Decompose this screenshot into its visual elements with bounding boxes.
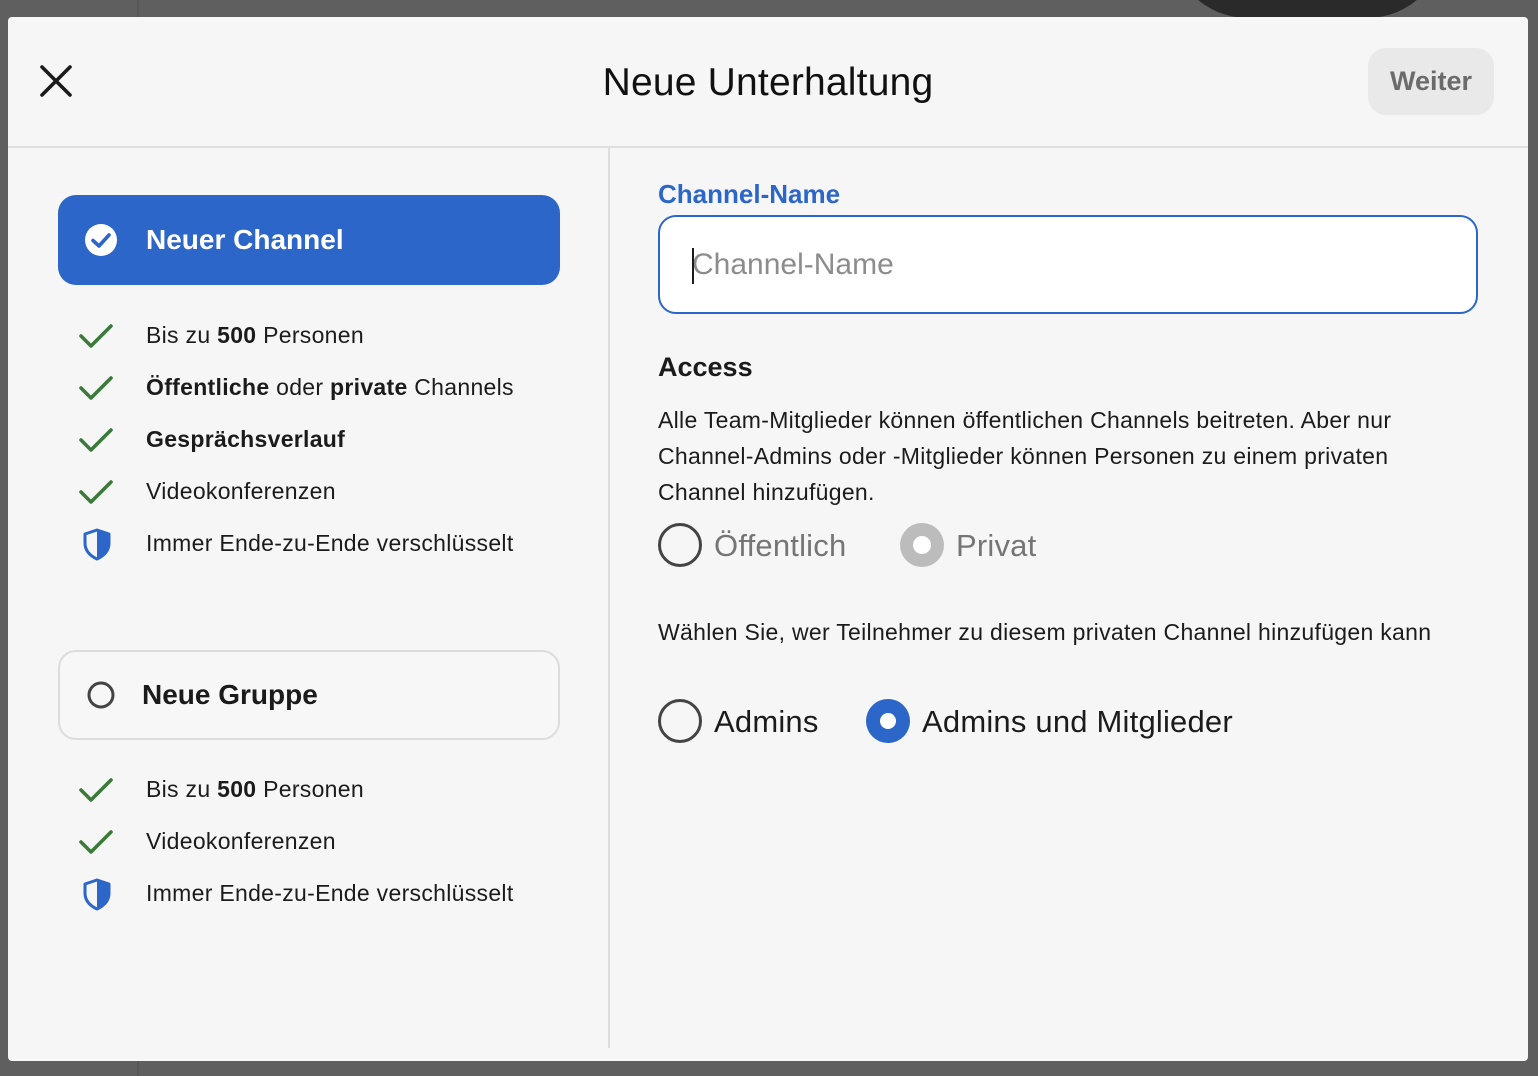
feature-item: Immer Ende-zu-Ende verschlüsselt — [78, 876, 598, 928]
permission-admins-label[interactable]: Admins — [714, 702, 819, 742]
check-icon — [79, 480, 113, 504]
check-icon — [79, 376, 113, 400]
permission-admins-members-label[interactable]: Admins und Mitglieder — [922, 702, 1233, 742]
feature-text: Immer Ende-zu-Ende verschlüsselt — [146, 530, 514, 557]
feature-text: Öffentliche oder private Channels — [146, 374, 514, 401]
feature-item: Bis zu 500 Personen — [78, 772, 598, 824]
feature-item: Videokonferenzen — [78, 474, 598, 526]
channel-name-label: Channel-Name — [658, 179, 841, 209]
shield-icon — [83, 878, 111, 911]
feature-text-part: Videokonferenzen — [146, 478, 336, 504]
access-description: Alle Team-Mitglieder können öffentlichen… — [658, 407, 1392, 505]
feature-text-part: Gesprächsverlauf — [146, 426, 346, 452]
feature-text: Videokonferenzen — [146, 828, 336, 855]
new-conversation-dialog: Neue Unterhaltung Weiter Neuer Channel B… — [8, 17, 1528, 1061]
feature-text-part: Immer Ende-zu-Ende verschlüsselt — [146, 880, 514, 906]
feature-item: Immer Ende-zu-Ende verschlüsselt — [78, 526, 598, 578]
feature-text-part: Personen — [256, 776, 364, 802]
check-icon — [79, 778, 113, 802]
feature-text: Videokonferenzen — [146, 478, 336, 505]
feature-text-part: Videokonferenzen — [146, 828, 336, 854]
feature-text-part: Bis zu — [146, 322, 218, 348]
feature-text-part: 500 — [217, 776, 257, 802]
feature-item: Öffentliche oder private Channels — [78, 370, 598, 422]
next-button[interactable]: Weiter — [1368, 48, 1494, 115]
panel-divider — [608, 148, 610, 1048]
permission-admins-radio[interactable] — [658, 699, 702, 743]
access-public-radio[interactable] — [658, 523, 702, 567]
feature-item: Videokonferenzen — [78, 824, 598, 876]
option-new-channel[interactable]: Neuer Channel — [58, 195, 560, 285]
dialog-title: Neue Unterhaltung — [602, 61, 934, 104]
access-title: Access — [658, 352, 753, 382]
feature-item: Bis zu 500 Personen — [78, 318, 598, 370]
group-feature-list: Bis zu 500 Personen Videokonferenzen Immer… — [78, 772, 598, 928]
feature-text-part: private — [330, 374, 408, 400]
permission-description: Wählen Sie, wer Teilnehmer zu diesem pri… — [658, 619, 1432, 645]
background-avatar — [1170, 0, 1445, 18]
dialog-header: Neue Unterhaltung Weiter — [8, 17, 1528, 148]
option-new-group-label: Neue Gruppe — [142, 679, 318, 710]
radio-unchecked-icon — [87, 681, 115, 709]
check-icon — [79, 830, 113, 854]
check-icon — [79, 324, 113, 348]
feature-text: Gesprächsverlauf — [146, 426, 345, 453]
feature-text: Bis zu 500 Personen — [146, 322, 364, 349]
feature-text-part: Immer Ende-zu-Ende verschlüsselt — [146, 530, 514, 556]
check-circle-icon — [85, 224, 117, 256]
access-private-label[interactable]: Privat — [956, 526, 1036, 566]
option-new-group[interactable]: Neue Gruppe — [58, 650, 560, 740]
check-icon — [79, 428, 113, 452]
feature-text-part: Bis zu — [146, 776, 218, 802]
feature-item: Gesprächsverlauf — [78, 422, 598, 474]
feature-text-part: Öffentliche — [146, 374, 270, 400]
channel-feature-list: Bis zu 500 Personen Öffentliche oder priv… — [78, 318, 598, 578]
access-public-label[interactable]: Öffentlich — [714, 526, 846, 566]
feature-text-part: Personen — [256, 322, 364, 348]
feature-text-part: Channels — [407, 374, 514, 400]
feature-text-part: 500 — [217, 322, 257, 348]
option-new-channel-label: Neuer Channel — [146, 224, 344, 255]
permission-admins-members-radio[interactable] — [866, 699, 910, 743]
channel-name-input[interactable] — [658, 215, 1478, 314]
access-private-radio[interactable] — [900, 523, 944, 567]
feature-text: Bis zu 500 Personen — [146, 776, 364, 803]
shield-icon — [83, 528, 111, 561]
text-cursor — [692, 248, 694, 284]
feature-text: Immer Ende-zu-Ende verschlüsselt — [146, 880, 514, 907]
feature-text-part: oder — [269, 374, 331, 400]
